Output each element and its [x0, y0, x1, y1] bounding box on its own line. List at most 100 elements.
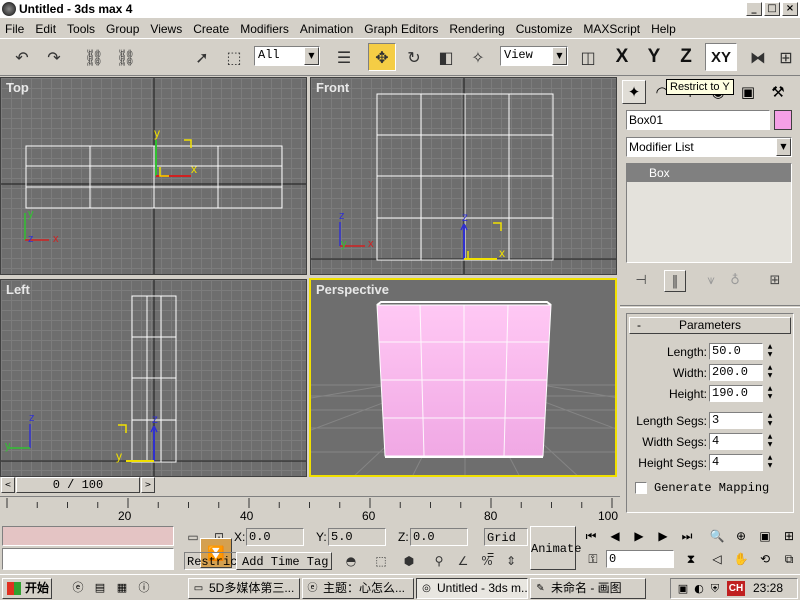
spinner-icon[interactable]: ▲ ▼	[765, 364, 775, 381]
maxscript-input[interactable]	[2, 548, 174, 570]
object-color-swatch[interactable]	[774, 110, 792, 130]
z-coord-field[interactable]: 0.0	[410, 528, 468, 546]
link-icon[interactable]: ⛓	[80, 43, 108, 71]
menu-rendering[interactable]: Rendering	[444, 22, 510, 36]
explorer-icon[interactable]: ▤	[92, 580, 108, 596]
menu-graph-editors[interactable]: Graph Editors	[359, 22, 444, 36]
degradation-icon[interactable]: ⬢	[400, 552, 418, 570]
viewport-top[interactable]: Top y x y x z	[0, 77, 307, 275]
media-icon[interactable]: ⓘ	[136, 580, 152, 596]
spinner-icon[interactable]: ▲ ▼	[765, 385, 775, 402]
ime-indicator[interactable]: CH	[727, 581, 745, 596]
viewport-front[interactable]: Front z x z x y	[310, 77, 617, 275]
add-time-tag-button[interactable]: Add Time Tag	[236, 552, 332, 570]
time-slider-thumb[interactable]: 0 / 100	[16, 477, 140, 493]
modifier-list-dropdown[interactable]: Modifier List ▼	[626, 137, 792, 157]
restrict-xy-button[interactable]: XY	[705, 43, 737, 71]
unlink-icon[interactable]: ⛓	[112, 43, 140, 71]
task-item-3[interactable]: ◎ Untitled - 3ds m...	[416, 578, 528, 599]
align-icon[interactable]: ⊞	[772, 43, 800, 71]
menu-maxscript[interactable]: MAXScript	[578, 22, 646, 36]
start-button[interactable]: 开始	[2, 578, 52, 599]
undo-icon[interactable]: ↶	[8, 43, 36, 71]
time-config-icon[interactable]: ⧗	[680, 549, 702, 569]
maximize-viewport-icon[interactable]: ⧉	[778, 549, 800, 569]
tray-network-icon[interactable]: ▣	[675, 581, 691, 597]
maximize-button[interactable]: □	[764, 2, 780, 16]
move-icon[interactable]: ✥	[368, 43, 396, 71]
app-icon[interactable]	[2, 2, 16, 16]
length-segs-field[interactable]: 3	[709, 412, 763, 429]
play-icon[interactable]: ▶	[628, 526, 650, 546]
restrict-x-button[interactable]: X	[608, 43, 636, 71]
minimize-button[interactable]: _	[746, 2, 762, 16]
manipulate-icon[interactable]: ✧	[464, 43, 492, 71]
utilities-tab-icon[interactable]: ⚒	[766, 80, 790, 104]
window-crossing-icon[interactable]: ⬚	[372, 552, 390, 570]
pivot-icon[interactable]: ◫	[574, 43, 602, 71]
zoom-extents-all-icon[interactable]: ⊞	[778, 526, 800, 546]
time-next-button[interactable]: >	[141, 477, 155, 493]
restrict-y-button[interactable]: Y	[640, 43, 668, 71]
ref-coord-dropdown[interactable]: View ▼	[500, 46, 568, 66]
restrict-z-button[interactable]: Z	[672, 43, 700, 71]
next-frame-icon[interactable]: ▶	[652, 526, 674, 546]
menu-group[interactable]: Group	[101, 22, 145, 36]
pin-stack-icon[interactable]: ⊣	[630, 270, 652, 292]
menu-help[interactable]: Help	[646, 22, 682, 36]
remove-modifier-icon[interactable]: ♁	[724, 270, 746, 292]
select-by-name-icon[interactable]: ☰	[330, 43, 358, 71]
close-button[interactable]: ×	[782, 2, 798, 16]
region-select-icon[interactable]: ⬚	[220, 43, 248, 71]
rotate-icon[interactable]: ↻	[400, 43, 428, 71]
menu-file[interactable]: File	[0, 22, 30, 36]
time-prev-button[interactable]: <	[1, 477, 15, 493]
spinner-snap-icon[interactable]: ⇕	[502, 552, 520, 570]
menu-edit[interactable]: Edit	[30, 22, 62, 36]
snap-2d-icon[interactable]: ⚲	[430, 552, 448, 570]
width-field[interactable]: 200.0	[709, 364, 763, 381]
arc-rotate-icon[interactable]: ⟲	[754, 549, 776, 569]
pan-icon[interactable]: ✋	[730, 549, 752, 569]
rollout-header[interactable]: - Parameters	[629, 317, 791, 334]
zoom-extents-icon[interactable]: ▣	[754, 526, 776, 546]
angle-snap-icon[interactable]: ∠	[454, 552, 472, 570]
spinner-icon[interactable]: ▲ ▼	[765, 454, 775, 471]
stack-item-box[interactable]: Box	[627, 164, 791, 182]
current-frame-field[interactable]: 0	[606, 550, 674, 568]
spinner-icon[interactable]: ▲ ▼	[765, 412, 775, 429]
mirror-icon[interactable]: ⧓	[744, 43, 772, 71]
previous-frame-icon[interactable]: ◀	[604, 526, 626, 546]
length-field[interactable]: 50.0	[709, 343, 763, 360]
menu-create[interactable]: Create	[188, 22, 235, 36]
zoom-all-icon[interactable]: ⊕	[730, 526, 752, 546]
menu-tools[interactable]: Tools	[62, 22, 101, 36]
maxscript-listener-mini[interactable]	[2, 526, 174, 546]
field-of-view-icon[interactable]: ◁	[706, 549, 728, 569]
viewport-perspective[interactable]: Perspective	[309, 278, 617, 477]
go-to-start-icon[interactable]: ⏮	[580, 526, 602, 546]
display-tab-icon[interactable]: ▣	[736, 80, 760, 104]
width-segs-field[interactable]: 4	[709, 433, 763, 450]
percent-snap-icon[interactable]: %	[478, 552, 496, 570]
menu-animation[interactable]: Animation	[295, 22, 359, 36]
configure-sets-icon[interactable]: ⊞	[764, 270, 786, 292]
height-field[interactable]: 190.0	[709, 385, 763, 402]
x-coord-field[interactable]: 0.0	[246, 528, 304, 546]
spinner-icon[interactable]: ▲ ▼	[765, 433, 775, 450]
scale-icon[interactable]: ◧	[432, 43, 460, 71]
generate-mapping-row[interactable]: Generate Mapping	[635, 480, 769, 496]
select-arrow-icon[interactable]: ➚	[188, 43, 216, 71]
tray-sound-icon[interactable]: ◐	[691, 581, 707, 597]
generate-mapping-checkbox[interactable]	[635, 482, 647, 494]
height-segs-field[interactable]: 4	[709, 454, 763, 471]
y-coord-field[interactable]: 5.0	[328, 528, 386, 546]
show-end-result-icon[interactable]: ‖	[664, 270, 686, 292]
menu-modifiers[interactable]: Modifiers	[235, 22, 295, 36]
tray-antivirus-icon[interactable]: ⛨	[707, 581, 723, 597]
viewport-left[interactable]: Left z y z y	[0, 279, 307, 477]
desktop-icon[interactable]: ▦	[114, 580, 130, 596]
track-bar[interactable]: 20 40 60 80 100	[0, 496, 620, 524]
snaps-icon[interactable]: ◓	[342, 552, 360, 570]
zoom-icon[interactable]: 🔍	[706, 526, 728, 546]
